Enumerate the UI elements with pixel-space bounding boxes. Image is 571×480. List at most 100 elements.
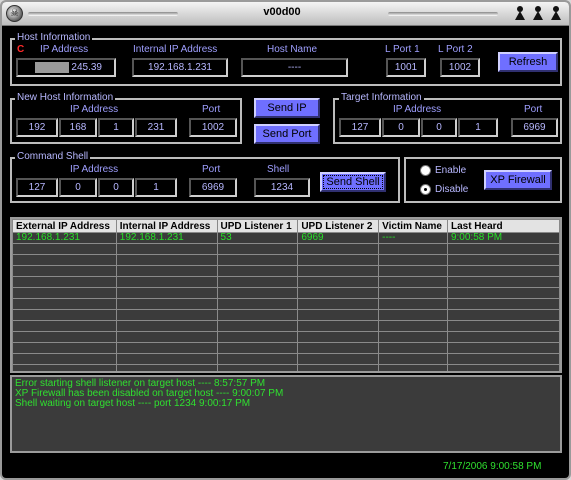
internal-ip-label: Internal IP Address xyxy=(133,44,218,55)
table-cell xyxy=(115,265,218,277)
table-cell xyxy=(115,364,218,371)
shell-ip-octet-3[interactable]: 0 xyxy=(98,178,134,197)
maximize-icon[interactable] xyxy=(530,5,546,22)
table-cell xyxy=(378,342,448,354)
table-cell xyxy=(12,309,117,321)
table-cell xyxy=(297,364,380,371)
table-cell xyxy=(446,243,560,255)
table-cell xyxy=(216,353,299,365)
table-cell xyxy=(297,320,380,332)
send-ip-button[interactable]: Send IP xyxy=(254,98,320,118)
table-cell xyxy=(115,298,218,310)
table-row[interactable] xyxy=(12,320,560,332)
table-cell xyxy=(115,287,218,299)
target-ip-octet-2[interactable]: 0 xyxy=(382,118,420,137)
new-host-ip-octet-4[interactable]: 231 xyxy=(135,118,177,137)
new-host-ip-octet-1[interactable]: 192 xyxy=(16,118,58,137)
table-cell xyxy=(446,254,560,266)
table-row[interactable] xyxy=(12,298,560,310)
shell-port-label: Port xyxy=(202,164,221,175)
table-row[interactable] xyxy=(12,364,560,371)
table-cell xyxy=(446,364,560,371)
target-ip-octet-4[interactable]: 1 xyxy=(458,118,498,137)
table-cell xyxy=(378,364,448,371)
table-row[interactable] xyxy=(12,254,560,266)
column-header[interactable]: External IP Address xyxy=(12,219,117,233)
column-header[interactable]: Internal IP Address xyxy=(115,219,218,233)
lport1-label: L Port 1 xyxy=(385,44,420,55)
table-cell xyxy=(446,353,560,365)
table-cell xyxy=(216,309,299,321)
enable-radio-label: Enable xyxy=(435,165,467,176)
xp-firewall-button[interactable]: XP Firewall xyxy=(484,170,552,190)
log-line: Shell waiting on target host ---- port 1… xyxy=(15,398,251,409)
refresh-button[interactable]: Refresh xyxy=(498,52,558,72)
new-host-port-field[interactable]: 1002 xyxy=(189,118,237,137)
table-row[interactable] xyxy=(12,276,560,288)
new-host-information-legend: New Host Information xyxy=(15,92,116,103)
send-shell-button[interactable]: Send Shell xyxy=(320,172,386,192)
table-cell xyxy=(297,276,380,288)
table-cell xyxy=(216,265,299,277)
table-row[interactable]: 192.168.1.231 192.168.1.231 53 6969 ---- 9:00… xyxy=(12,232,560,244)
table-cell xyxy=(378,353,448,365)
table-cell xyxy=(115,254,218,266)
lport2-label: L Port 2 xyxy=(438,44,473,55)
log-output[interactable]: Error starting shell listener on target … xyxy=(10,375,562,453)
new-host-ip-octet-3[interactable]: 1 xyxy=(98,118,134,137)
internal-ip-field: 192.168.1.231 xyxy=(132,58,228,77)
table-cell xyxy=(115,342,218,354)
shell-port-field[interactable]: 6969 xyxy=(189,178,237,197)
table-cell xyxy=(378,287,448,299)
table-row[interactable] xyxy=(12,353,560,365)
column-header[interactable]: Victim Name xyxy=(378,219,448,233)
table-cell xyxy=(216,342,299,354)
table-cell xyxy=(216,243,299,255)
table-cell xyxy=(12,254,117,266)
close-icon[interactable] xyxy=(548,5,564,22)
enable-radio[interactable] xyxy=(420,165,431,176)
column-header[interactable]: UPD Listener 1 xyxy=(216,219,299,233)
table-cell xyxy=(216,287,299,299)
table-row[interactable] xyxy=(12,265,560,277)
table-cell xyxy=(12,364,117,371)
table-cell xyxy=(12,298,117,310)
new-host-ip-octet-2[interactable]: 168 xyxy=(59,118,97,137)
table-cell xyxy=(115,276,218,288)
column-header[interactable]: Last Heard xyxy=(446,219,560,233)
shell-ip-octet-2[interactable]: 0 xyxy=(59,178,97,197)
shell-ip-octet-4[interactable]: 1 xyxy=(135,178,177,197)
table-cell xyxy=(297,265,380,277)
table-cell xyxy=(12,342,117,354)
victim-table-container[interactable]: External IP Address Internal IP Address UP… xyxy=(10,217,562,373)
shell-field[interactable]: 1234 xyxy=(254,178,310,197)
minimize-icon[interactable] xyxy=(512,5,528,22)
table-row[interactable] xyxy=(12,342,560,354)
table-cell xyxy=(297,254,380,266)
table-header-row: External IP Address Internal IP Address UP… xyxy=(12,219,560,233)
host-ip-value: 245.39 xyxy=(71,62,102,73)
host-information-legend: Host Information xyxy=(15,32,93,43)
target-ip-octet-1[interactable]: 127 xyxy=(339,118,381,137)
table-row[interactable] xyxy=(12,331,560,343)
disable-radio[interactable] xyxy=(420,184,431,195)
column-header[interactable]: UPD Listener 2 xyxy=(297,219,380,233)
shell-ip-label: IP Address xyxy=(70,164,119,175)
table-row[interactable] xyxy=(12,243,560,255)
title-bar[interactable]: ☠ v00d00 xyxy=(2,2,569,26)
table-cell xyxy=(216,298,299,310)
skull-icon[interactable]: ☠ xyxy=(6,5,23,22)
table-row[interactable] xyxy=(12,287,560,299)
target-port-label: Port xyxy=(524,104,543,115)
table-cell xyxy=(378,243,448,255)
table-cell xyxy=(446,342,560,354)
send-port-button[interactable]: Send Port xyxy=(254,124,320,144)
table-cell: 192.168.1.231 xyxy=(12,232,117,244)
window-title: v00d00 xyxy=(263,6,301,18)
shell-label: Shell xyxy=(267,164,290,175)
shell-ip-octet-1[interactable]: 127 xyxy=(16,178,58,197)
target-ip-octet-3[interactable]: 0 xyxy=(421,118,457,137)
table-row[interactable] xyxy=(12,309,560,321)
target-port-field[interactable]: 6969 xyxy=(511,118,558,137)
table-cell xyxy=(115,243,218,255)
